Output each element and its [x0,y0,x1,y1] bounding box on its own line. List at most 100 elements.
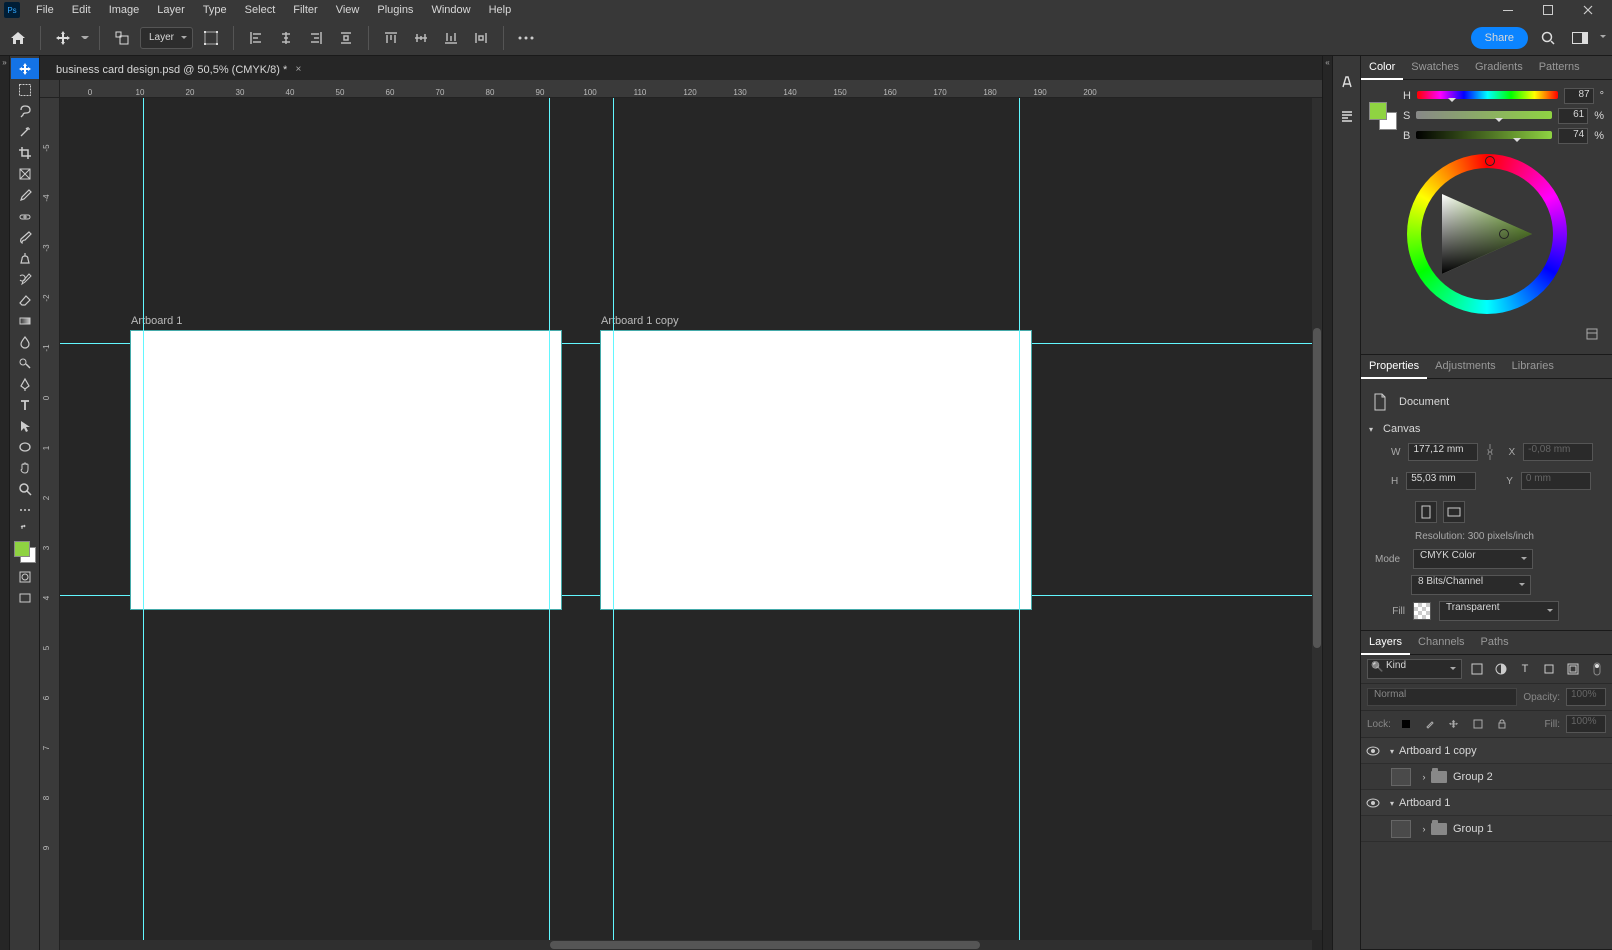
spot-heal-tool[interactable] [11,205,39,226]
sat-slider[interactable] [1416,111,1552,121]
fill-opacity-input[interactable]: 100% [1566,715,1606,733]
share-button[interactable]: Share [1471,27,1528,49]
color-mode-dropdown[interactable]: CMYK Color [1413,549,1533,569]
move-tool[interactable] [11,58,39,79]
guide-vertical[interactable] [613,98,614,950]
align-top-icon[interactable] [379,26,403,50]
filter-pixel-icon[interactable] [1468,660,1486,678]
fill-swatch[interactable] [1413,602,1431,620]
horizontal-scrollbar[interactable] [60,940,1312,950]
maximize-button[interactable] [1528,0,1568,20]
menu-help[interactable]: Help [481,1,520,19]
color-wheel[interactable] [1407,154,1567,314]
menu-view[interactable]: View [328,1,368,19]
align-hcenter-icon[interactable] [274,26,298,50]
menu-plugins[interactable]: Plugins [369,1,421,19]
layer-thumbnail[interactable] [1391,820,1411,838]
lock-paint-icon[interactable] [1421,715,1439,733]
scrollbar-thumb[interactable] [550,941,980,949]
menu-edit[interactable]: Edit [64,1,99,19]
height-input[interactable]: 55,03 mm [1406,472,1476,490]
tab-paths[interactable]: Paths [1473,631,1517,654]
home-button[interactable] [6,26,30,50]
paragraph-panel-icon[interactable] [1335,104,1359,128]
move-tool-icon[interactable] [51,26,75,50]
lasso-tool[interactable] [11,100,39,121]
layer-name[interactable]: Group 2 [1453,771,1493,783]
toolbox-more-icon[interactable] [11,499,39,520]
align-bottom-icon[interactable] [439,26,463,50]
menu-type[interactable]: Type [195,1,235,19]
expand-right-icon[interactable] [1322,56,1332,950]
filter-adjust-icon[interactable] [1492,660,1510,678]
canvas-section-header[interactable]: Canvas [1369,419,1604,439]
menu-window[interactable]: Window [423,1,478,19]
marquee-tool[interactable] [11,79,39,100]
foreground-background-swatch[interactable] [11,538,39,566]
lock-pos-icon[interactable] [1445,715,1463,733]
tab-channels[interactable]: Channels [1410,631,1472,654]
canvas-viewport[interactable]: 0 10 20 30 40 50 60 70 80 90 100 110 120… [40,80,1322,950]
tab-swatches[interactable]: Swatches [1403,56,1467,79]
visibility-toggle[interactable] [1361,798,1385,808]
auto-select-toggle[interactable] [110,26,134,50]
minimize-button[interactable] [1488,0,1528,20]
tool-submenu-icon[interactable] [81,36,89,44]
opacity-input[interactable]: 100% [1566,688,1606,706]
vertical-scrollbar[interactable] [1312,98,1322,930]
character-panel-icon[interactable] [1335,70,1359,94]
guide-vertical[interactable] [549,98,550,950]
blend-mode-dropdown[interactable]: Normal [1367,688,1517,706]
lock-artboard-icon[interactable] [1469,715,1487,733]
bri-slider[interactable] [1416,131,1552,141]
menu-select[interactable]: Select [237,1,284,19]
expand-toggle[interactable] [1417,824,1431,834]
quick-mask-icon[interactable] [11,566,39,587]
layer-group-1[interactable]: Group 1 [1361,816,1612,842]
menu-image[interactable]: Image [101,1,148,19]
sb-handle[interactable] [1499,229,1509,239]
artboard-1[interactable]: Artboard 1 [130,330,562,610]
lock-all-icon[interactable] [1493,715,1511,733]
brush-tool[interactable] [11,226,39,247]
color-triangle[interactable] [1432,179,1542,289]
artboard-1-copy[interactable]: Artboard 1 copy [600,330,1032,610]
filter-toggle-icon[interactable] [1588,660,1606,678]
ruler-corner[interactable] [40,80,60,98]
color-expand-icon[interactable] [1580,322,1604,346]
close-button[interactable] [1568,0,1608,20]
blur-tool[interactable] [11,331,39,352]
distribute-h-icon[interactable] [334,26,358,50]
history-brush-tool[interactable] [11,268,39,289]
workspace-icon[interactable] [1568,26,1592,50]
clone-stamp-tool[interactable] [11,247,39,268]
x-input[interactable]: -0,08 mm [1523,443,1593,461]
menu-filter[interactable]: Filter [285,1,325,19]
layer-artboard-1[interactable]: Artboard 1 [1361,790,1612,816]
dodge-tool[interactable] [11,352,39,373]
lock-pixels-icon[interactable] [1397,715,1415,733]
sat-input[interactable]: 61 [1558,108,1588,124]
filter-type-icon[interactable]: T [1516,660,1534,678]
canvas[interactable]: Artboard 1 Artboard 1 copy [60,98,1322,950]
path-select-tool[interactable] [11,415,39,436]
expand-left-icon[interactable] [0,56,10,950]
scrollbar-thumb[interactable] [1313,328,1321,648]
tab-libraries[interactable]: Libraries [1504,355,1562,378]
layer-group-2[interactable]: Group 2 [1361,764,1612,790]
distribute-v-icon[interactable] [469,26,493,50]
visibility-toggle[interactable] [1361,746,1385,756]
workspace-dropdown-icon[interactable] [1600,35,1606,41]
more-options-icon[interactable] [514,26,538,50]
menu-file[interactable]: File [28,1,62,19]
tab-patterns[interactable]: Patterns [1531,56,1588,79]
color-swatch-pair[interactable] [1369,102,1397,130]
type-tool[interactable] [11,394,39,415]
layer-name[interactable]: Group 1 [1453,823,1493,835]
filter-smart-icon[interactable] [1564,660,1582,678]
tab-layers[interactable]: Layers [1361,631,1410,655]
close-tab-icon[interactable]: × [295,64,301,75]
swap-colors-icon[interactable] [19,522,31,534]
crop-tool[interactable] [11,142,39,163]
vertical-ruler[interactable]: -5 -4 -3 -2 -1 0 1 2 3 4 5 6 7 8 9 [40,98,60,950]
